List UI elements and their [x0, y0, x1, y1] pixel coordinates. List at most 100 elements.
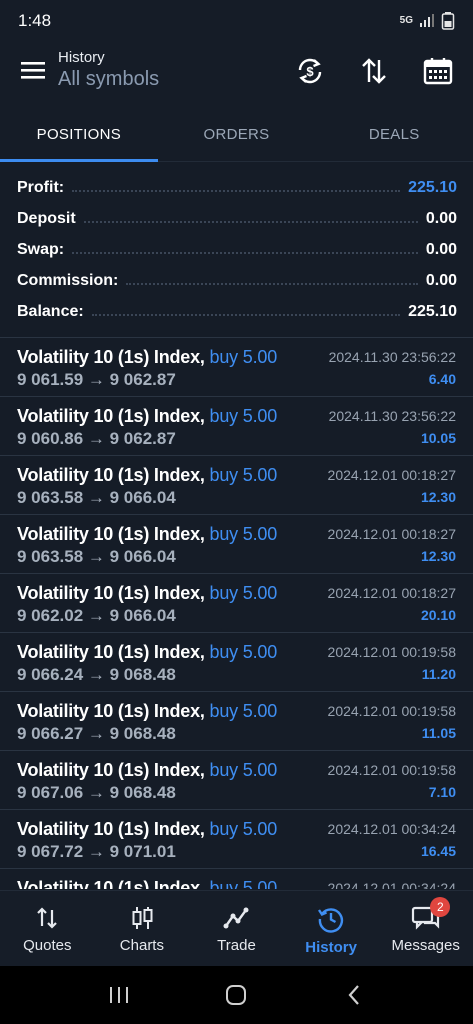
back-chevron-icon — [348, 985, 359, 1005]
symbol-name: Volatility 10 (1s) Index, — [17, 642, 205, 662]
deal-profit: 12.30 — [420, 548, 456, 564]
list-item[interactable]: Volatility 10 (1s) Index, buy 5.00 9 067… — [0, 810, 473, 869]
unread-badge: 2 — [430, 897, 451, 917]
summary-value: 225.10 — [408, 178, 457, 196]
home-button[interactable] — [216, 975, 256, 1015]
symbol-filter[interactable]: All symbols — [58, 68, 159, 91]
recent-apps-icon — [109, 987, 128, 1003]
list-item[interactable]: Volatility 10 (1s) Index, buy 5.00 9 067… — [0, 751, 473, 810]
app-header: History All symbols $ — [0, 42, 473, 98]
status-icons: 5G — [400, 12, 455, 30]
summary-label: Deposit — [17, 209, 76, 227]
deal-profit: 11.05 — [421, 725, 456, 741]
dotted-leader — [72, 251, 418, 254]
deal-type: buy 5.00 — [209, 701, 278, 721]
svg-text:$: $ — [306, 64, 314, 79]
deal-profit: 11.20 — [421, 666, 456, 682]
list-item[interactable]: Volatility 10 (1s) Index, buy 5.00 9 066… — [0, 633, 473, 692]
summary-value: 0.00 — [425, 209, 457, 227]
quotes-arrows-icon — [37, 907, 58, 929]
battery-icon — [441, 12, 455, 30]
deal-time: 2024.12.01 00:34:24 — [327, 821, 456, 837]
list-item[interactable]: Volatility 10 (1s) Index, buy 5.00 9 066… — [0, 692, 473, 751]
list-item[interactable]: Volatility 10 (1s) Index, buy 5.00 9 060… — [0, 397, 473, 456]
history-tabs: POSITIONS ORDERS DEALS — [0, 108, 473, 162]
nav-quotes[interactable]: Quotes — [0, 891, 95, 966]
deal-time: 2024.12.01 00:18:27 — [327, 467, 456, 483]
nav-label: Trade — [217, 937, 256, 954]
deal-symbol: Volatility 10 (1s) Index, buy 5.00 — [17, 819, 277, 840]
calendar-button[interactable] — [413, 46, 463, 96]
summary-value: 225.10 — [408, 302, 457, 320]
summary-label: Profit: — [17, 178, 65, 196]
refresh-dollar-icon: $ — [298, 58, 322, 84]
deal-profit: 7.10 — [428, 784, 456, 800]
deal-prices: 9 061.59 → 9 062.87 — [17, 370, 176, 389]
history-clock-icon — [318, 908, 344, 933]
deal-symbol: Volatility 10 (1s) Index, buy 5.00 — [17, 878, 277, 889]
symbol-name: Volatility 10 (1s) Index, — [17, 701, 205, 721]
deal-profit: 12.30 — [420, 489, 456, 505]
menu-button[interactable] — [8, 45, 58, 95]
nav-charts[interactable]: Charts — [95, 891, 190, 966]
deal-type: buy 5.00 — [209, 819, 278, 839]
deal-time: 2024.11.30 23:56:22 — [328, 408, 456, 424]
symbol-name: Volatility 10 (1s) Index, — [17, 524, 205, 544]
summary-row-profit: Profit: 225.10 — [17, 172, 457, 203]
network-label: 5G — [399, 15, 413, 26]
calendar-icon — [423, 58, 453, 85]
summary-row-balance: Balance: 225.10 — [17, 296, 457, 327]
list-item[interactable]: Volatility 10 (1s) Index, buy 5.00 9 063… — [0, 456, 473, 515]
nav-messages[interactable]: 2 Messages — [378, 891, 473, 966]
trade-line-icon — [223, 907, 249, 929]
header-titles[interactable]: History All symbols — [58, 49, 159, 91]
deal-prices: 9 062.02 → 9 066.04 — [17, 606, 176, 625]
deal-type: buy 5.00 — [209, 760, 278, 780]
deal-prices: 9 063.58 → 9 066.04 — [17, 547, 176, 566]
back-button[interactable] — [334, 975, 374, 1015]
deal-type: buy 5.00 — [209, 583, 278, 603]
deal-prices: 9 066.27 → 9 068.48 — [17, 724, 176, 743]
deal-symbol: Volatility 10 (1s) Index, buy 5.00 — [17, 760, 277, 781]
nav-history[interactable]: History — [284, 891, 379, 966]
deal-prices: 9 067.06 → 9 068.48 — [17, 783, 176, 802]
deal-time: 2024.12.01 00:19:58 — [327, 644, 456, 660]
deal-prices: 9 063.58 → 9 066.04 — [17, 488, 176, 507]
recent-apps-button[interactable] — [99, 975, 139, 1015]
dotted-leader — [126, 282, 418, 285]
section-title: History — [58, 49, 105, 66]
system-nav-bar — [0, 966, 473, 1024]
tab-deals[interactable]: DEALS — [315, 108, 473, 161]
tab-orders[interactable]: ORDERS — [158, 108, 316, 161]
nav-trade[interactable]: Trade — [189, 891, 284, 966]
signal-icon — [420, 14, 434, 27]
deal-symbol: Volatility 10 (1s) Index, buy 5.00 — [17, 583, 277, 604]
account-summary: Profit: 225.10 Deposit 0.00 Swap: 0.00 C… — [17, 172, 457, 327]
status-time: 1:48 — [18, 11, 52, 30]
deal-type: buy 5.00 — [209, 465, 278, 485]
deal-time: 2024.12.01 00:19:58 — [327, 762, 456, 778]
summary-label: Commission: — [17, 271, 119, 289]
list-item[interactable]: Volatility 10 (1s) Index, buy 5.00 9 063… — [0, 515, 473, 574]
deal-prices: 9 066.24 → 9 068.48 — [17, 665, 176, 684]
sort-button[interactable] — [349, 46, 399, 96]
summary-value: 0.00 — [425, 271, 457, 289]
currency-convert-button[interactable]: $ — [285, 46, 335, 96]
list-item[interactable]: Volatility 10 (1s) Index, buy 5.00 2024.… — [0, 869, 473, 889]
deal-prices: 9 067.72 → 9 071.01 — [17, 842, 176, 861]
dotted-leader — [83, 220, 418, 223]
deal-symbol: Volatility 10 (1s) Index, buy 5.00 — [17, 406, 277, 427]
deal-symbol: Volatility 10 (1s) Index, buy 5.00 — [17, 642, 277, 663]
deal-type: buy 5.00 — [209, 347, 278, 367]
deal-type: buy 5.00 — [209, 524, 278, 544]
list-item[interactable]: Volatility 10 (1s) Index, buy 5.00 9 062… — [0, 574, 473, 633]
deal-time: 2024.12.01 00:19:58 — [327, 703, 456, 719]
symbol-name: Volatility 10 (1s) Index, — [17, 760, 205, 780]
positions-list[interactable]: Volatility 10 (1s) Index, buy 5.00 9 061… — [0, 337, 473, 889]
list-item[interactable]: Volatility 10 (1s) Index, buy 5.00 9 061… — [0, 338, 473, 397]
deal-profit: 20.10 — [420, 607, 456, 623]
tab-positions[interactable]: POSITIONS — [0, 108, 158, 162]
deal-type: buy 5.00 — [209, 406, 278, 426]
deal-profit: 16.45 — [420, 843, 456, 859]
header-actions: $ — [285, 46, 463, 96]
